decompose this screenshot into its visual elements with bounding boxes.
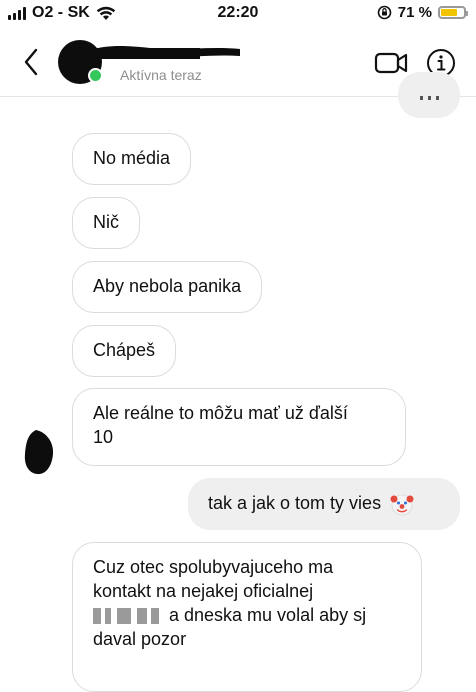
clown-face-icon: [390, 494, 414, 516]
battery-icon: [438, 6, 468, 19]
message-received[interactable]: Ale reálne to môžu mať už ďalší 10: [72, 388, 406, 466]
contact-name-redacted[interactable]: [90, 42, 240, 64]
message-line: Cuz otec spolubyvajuceho ma: [93, 557, 334, 577]
message-text: Aby nebola panika: [93, 276, 242, 296]
sender-avatar[interactable]: [22, 428, 56, 476]
message-received[interactable]: Chápeš: [72, 325, 177, 377]
previous-sent-bubble-partial: [398, 72, 460, 118]
peek-dots: [420, 96, 440, 100]
message-received[interactable]: Aby nebola panika: [72, 261, 263, 313]
message-text: a dneska mu volal aby sj: [169, 605, 367, 625]
message-received[interactable]: Cuz otec spolubyvajuceho ma kontakt na n…: [72, 542, 422, 692]
battery-percent: 71 %: [397, 4, 432, 21]
message-text: Chápeš: [93, 340, 156, 360]
message-received[interactable]: No média: [72, 133, 192, 185]
message-sent[interactable]: tak a jak o tom ty vies: [188, 478, 460, 530]
message-line: daval pozor: [93, 629, 187, 649]
back-chevron-icon: [24, 48, 38, 76]
message-text: Nič: [93, 212, 119, 232]
presence-status: Aktívna teraz: [120, 67, 202, 83]
redacted-word: [93, 606, 165, 626]
orientation-lock-icon: [377, 5, 392, 20]
message-received[interactable]: Nič: [72, 197, 140, 249]
battery-fill: [441, 9, 457, 16]
online-indicator-icon: [88, 68, 103, 83]
status-right: 71 %: [377, 4, 468, 21]
message-line: kontakt na nejakej oficialnej: [93, 581, 314, 601]
status-bar: O2 - SK 22:20 71 %: [0, 0, 476, 28]
message-line: 10: [93, 427, 114, 447]
video-call-icon[interactable]: [374, 48, 408, 78]
back-button[interactable]: [16, 44, 46, 80]
message-line: Ale reálne to môžu mať už ďalší: [93, 403, 348, 423]
message-text: No média: [93, 148, 171, 168]
message-text: tak a jak o tom ty vies: [208, 493, 382, 513]
message-line: a dneska mu volal aby sj: [93, 603, 401, 627]
